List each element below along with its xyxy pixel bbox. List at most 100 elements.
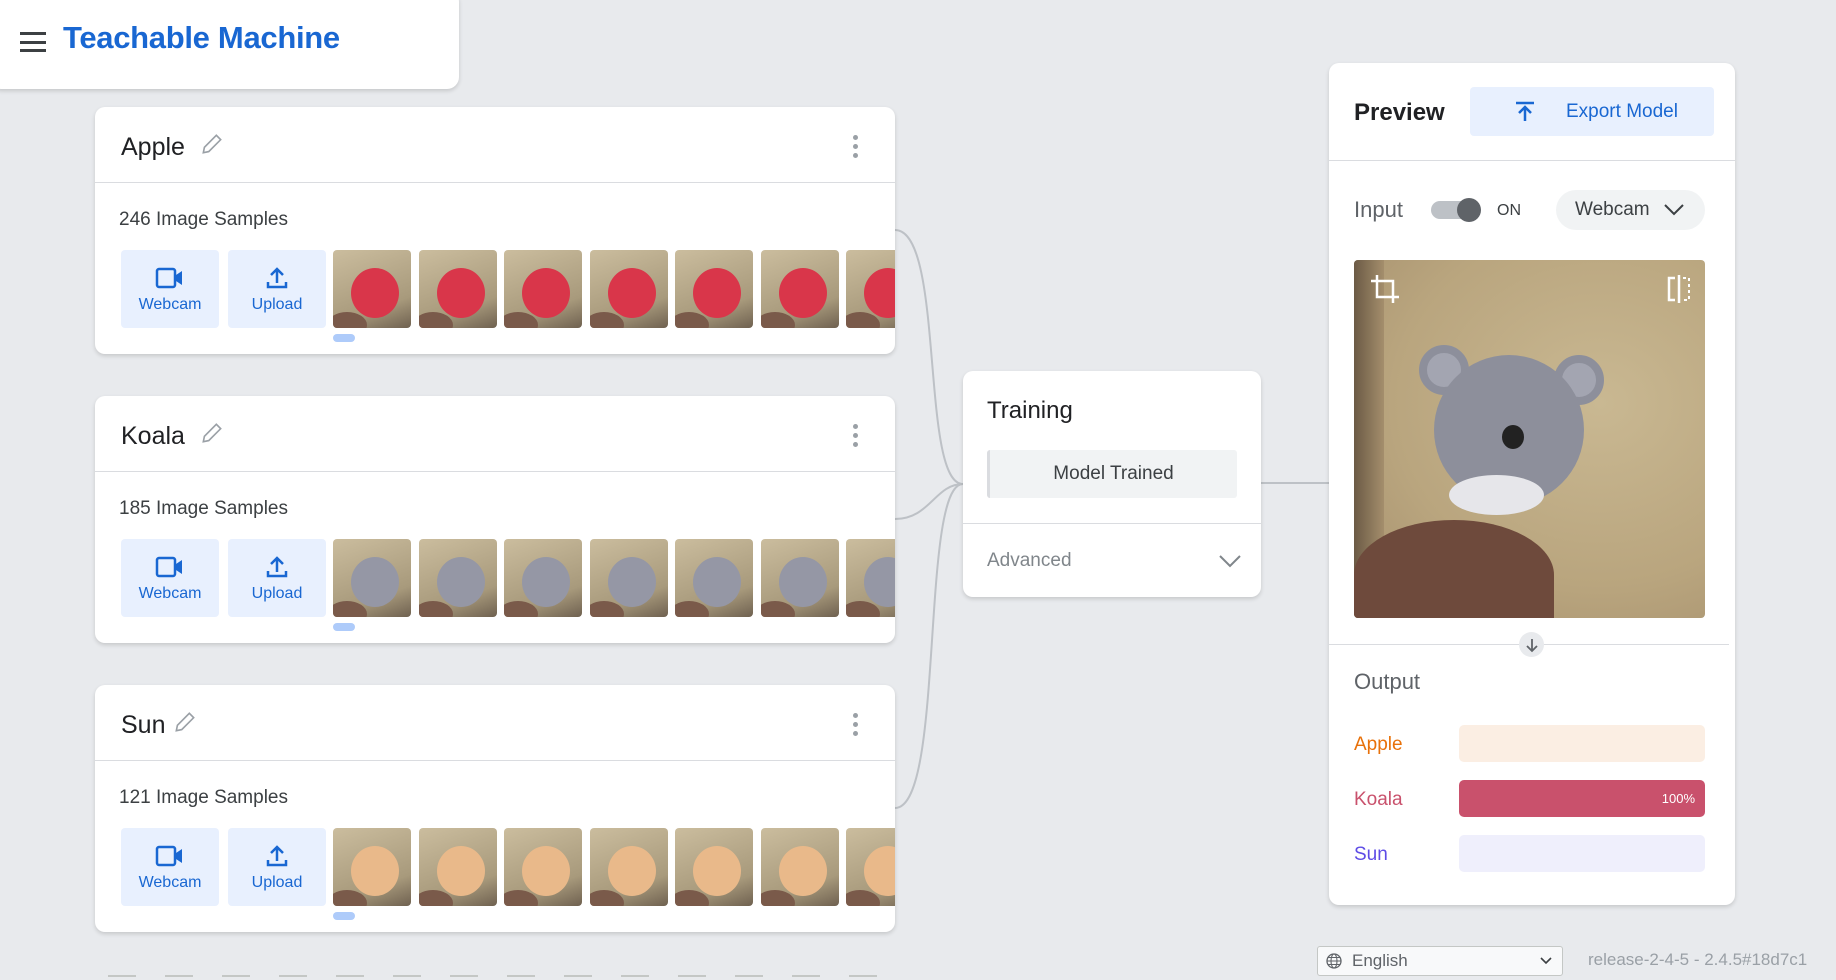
confidence-bar: 100% (1459, 780, 1705, 817)
class-name[interactable]: Sun (121, 711, 165, 740)
sample-thumbnail[interactable] (846, 828, 895, 906)
sample-thumbnail[interactable] (333, 539, 411, 617)
sample-scroll-indicator[interactable] (333, 912, 355, 920)
class-header: Sun (95, 685, 895, 761)
sample-thumbnail[interactable] (760, 250, 839, 328)
sample-thumbnail[interactable] (333, 828, 411, 906)
video-camera-icon (155, 845, 182, 867)
advanced-toggle[interactable]: Advanced (987, 543, 1241, 579)
globe-icon (1326, 953, 1342, 969)
sample-thumbnail[interactable] (675, 828, 753, 906)
language-select[interactable]: English (1317, 946, 1563, 976)
video-camera-icon (155, 267, 182, 289)
sample-thumbnail[interactable] (333, 250, 411, 328)
sample-thumbnail[interactable] (846, 539, 895, 617)
divider (564, 975, 592, 977)
divider (450, 975, 478, 977)
divider (108, 975, 136, 977)
upload-button[interactable]: Upload (228, 828, 326, 906)
divider (1329, 160, 1735, 161)
arrow-down-icon (1519, 632, 1544, 657)
output-row-sun: Sun (1354, 835, 1705, 872)
output-label: Output (1354, 669, 1421, 694)
output-class-label: Koala (1354, 789, 1403, 810)
edit-pencil-icon[interactable] (199, 131, 225, 157)
output-class-label: Apple (1354, 734, 1403, 755)
webcam-button[interactable]: Webcam (121, 828, 219, 906)
sample-thumbnail[interactable] (418, 539, 497, 617)
sample-thumbnail[interactable] (418, 250, 497, 328)
edit-pencil-icon[interactable] (172, 709, 198, 735)
export-label: Export Model (1566, 100, 1678, 122)
output-row-koala: Koala 100% (1354, 780, 1705, 817)
webcam-preview (1354, 260, 1705, 618)
sample-thumbnail[interactable] (504, 539, 582, 617)
class-header: Koala (95, 396, 895, 472)
flip-icon[interactable] (1665, 274, 1693, 304)
confidence-percent: 100% (1661, 791, 1695, 806)
more-options-icon[interactable] (853, 135, 859, 158)
sample-scroll-indicator[interactable] (333, 334, 355, 342)
divider (792, 975, 820, 977)
divider (222, 975, 250, 977)
sample-thumbnail[interactable] (589, 828, 668, 906)
app-title[interactable]: Teachable Machine (63, 20, 340, 56)
sample-scroll-indicator[interactable] (333, 623, 355, 631)
divider (279, 975, 307, 977)
train-model-button[interactable]: Model Trained (987, 450, 1237, 498)
class-card-apple: Apple 246 Image Samples Webcam Upload (95, 107, 895, 354)
divider (393, 975, 421, 977)
export-icon (1516, 101, 1534, 121)
divider (678, 975, 706, 977)
upload-button[interactable]: Upload (228, 250, 326, 328)
confidence-bar (1459, 835, 1705, 872)
divider (849, 975, 877, 977)
upload-label: Upload (251, 585, 303, 602)
sample-thumbnail[interactable] (589, 539, 668, 617)
edit-pencil-icon[interactable] (199, 420, 225, 446)
sample-thumbnail[interactable] (675, 539, 753, 617)
sample-thumbnail[interactable] (504, 828, 582, 906)
chevron-down-icon (1540, 957, 1552, 965)
confidence-bar (1459, 725, 1705, 762)
class-header: Apple (95, 107, 895, 183)
sample-thumbnail[interactable] (675, 250, 753, 328)
divider (963, 523, 1261, 524)
class-name[interactable]: Apple (121, 133, 185, 162)
sample-thumbnail[interactable] (760, 828, 839, 906)
training-panel: Training Model Trained Advanced (963, 371, 1261, 597)
sample-count: 121 Image Samples (119, 787, 288, 808)
input-label: Input (1354, 197, 1403, 222)
input-source-value: Webcam (1575, 199, 1650, 220)
class-card-koala: Koala 185 Image Samples Webcam Upload (95, 396, 895, 643)
crop-icon[interactable] (1370, 274, 1400, 304)
chevron-down-icon (1219, 555, 1241, 568)
webcam-button[interactable]: Webcam (121, 250, 219, 328)
sample-count: 185 Image Samples (119, 498, 288, 519)
input-toggle[interactable] (1431, 198, 1481, 222)
divider (165, 975, 193, 977)
webcam-label: Webcam (138, 874, 202, 891)
webcam-button[interactable]: Webcam (121, 539, 219, 617)
input-source-dropdown[interactable]: Webcam (1556, 190, 1705, 230)
language-value: English (1352, 951, 1408, 970)
upload-button[interactable]: Upload (228, 539, 326, 617)
sample-thumbnail[interactable] (418, 828, 497, 906)
sample-thumbnail[interactable] (846, 250, 895, 328)
preview-panel: Preview Export Model Input ON Webcam Out… (1329, 63, 1735, 905)
sample-thumbnail[interactable] (589, 250, 668, 328)
sample-thumbnail[interactable] (760, 539, 839, 617)
divider (621, 975, 649, 977)
more-options-icon[interactable] (853, 713, 859, 736)
upload-icon (266, 267, 288, 289)
release-version: release-2-4-5 - 2.4.5#18d7c1 (1588, 950, 1808, 969)
class-name[interactable]: Koala (121, 422, 185, 451)
toggle-state: ON (1497, 202, 1521, 219)
more-options-icon[interactable] (853, 424, 859, 447)
sample-thumbnail[interactable] (504, 250, 582, 328)
menu-icon[interactable] (20, 32, 46, 52)
chevron-down-icon (1663, 204, 1684, 216)
advanced-label: Advanced (987, 550, 1072, 571)
video-camera-icon (155, 556, 182, 578)
export-model-button[interactable]: Export Model (1470, 87, 1714, 136)
